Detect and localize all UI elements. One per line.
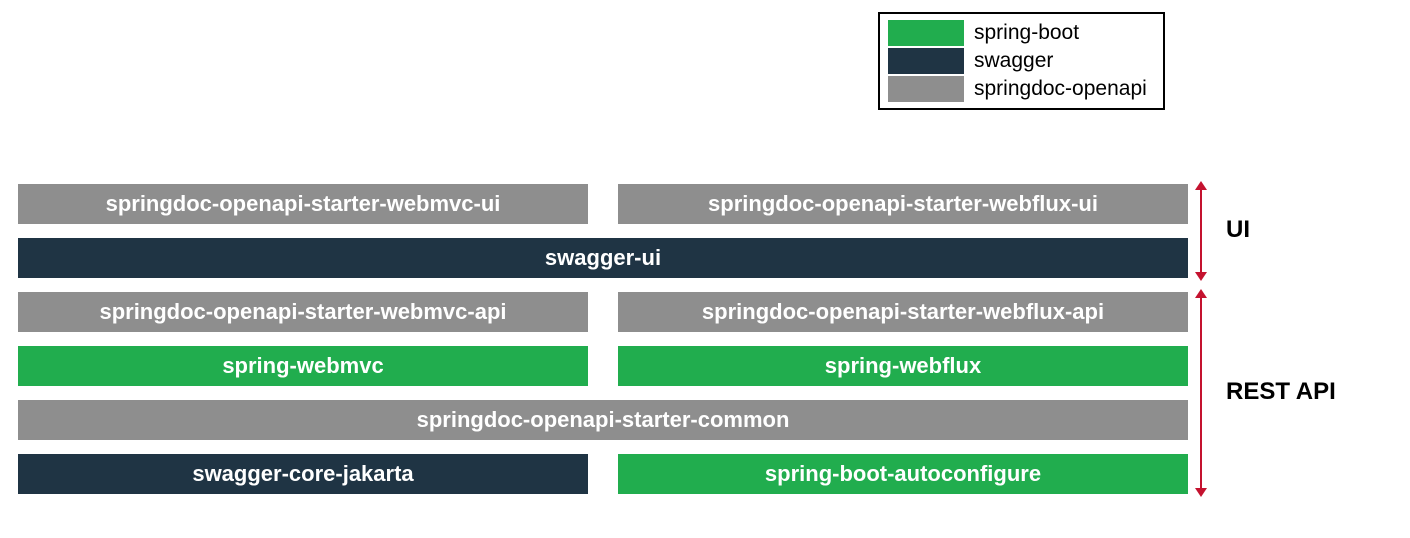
section-label: REST API	[1226, 378, 1336, 406]
legend: spring-boot swagger springdoc-openapi	[878, 12, 1165, 110]
diagram-row: springdoc-openapi-starter-common	[18, 400, 1188, 440]
architecture-diagram: springdoc-openapi-starter-webmvc-ui sprin…	[18, 184, 1188, 508]
diagram-row: spring-webmvc spring-webflux	[18, 346, 1188, 386]
module-box: springdoc-openapi-starter-webflux-api	[618, 292, 1188, 332]
legend-swatch-swagger	[888, 48, 964, 74]
diagram-row: swagger-core-jakarta spring-boot-autoconf…	[18, 454, 1188, 494]
section-bracket	[1200, 188, 1202, 274]
legend-swatch-springdoc	[888, 76, 964, 102]
legend-item: swagger	[888, 48, 1147, 74]
legend-label: springdoc-openapi	[974, 77, 1147, 101]
module-box: spring-webmvc	[18, 346, 588, 386]
legend-item: springdoc-openapi	[888, 76, 1147, 102]
module-box: springdoc-openapi-starter-common	[18, 400, 1188, 440]
legend-item: spring-boot	[888, 20, 1147, 46]
module-box: springdoc-openapi-starter-webmvc-api	[18, 292, 588, 332]
section-label: UI	[1226, 216, 1250, 244]
module-box: springdoc-openapi-starter-webmvc-ui	[18, 184, 588, 224]
legend-swatch-spring-boot	[888, 20, 964, 46]
module-box: spring-boot-autoconfigure	[618, 454, 1188, 494]
diagram-row: springdoc-openapi-starter-webmvc-ui sprin…	[18, 184, 1188, 224]
module-box: springdoc-openapi-starter-webflux-ui	[618, 184, 1188, 224]
module-box: spring-webflux	[618, 346, 1188, 386]
legend-label: swagger	[974, 49, 1053, 73]
module-box: swagger-core-jakarta	[18, 454, 588, 494]
legend-label: spring-boot	[974, 21, 1079, 45]
section-bracket	[1200, 296, 1202, 490]
diagram-row: springdoc-openapi-starter-webmvc-api spri…	[18, 292, 1188, 332]
module-box: swagger-ui	[18, 238, 1188, 278]
diagram-row: swagger-ui	[18, 238, 1188, 278]
